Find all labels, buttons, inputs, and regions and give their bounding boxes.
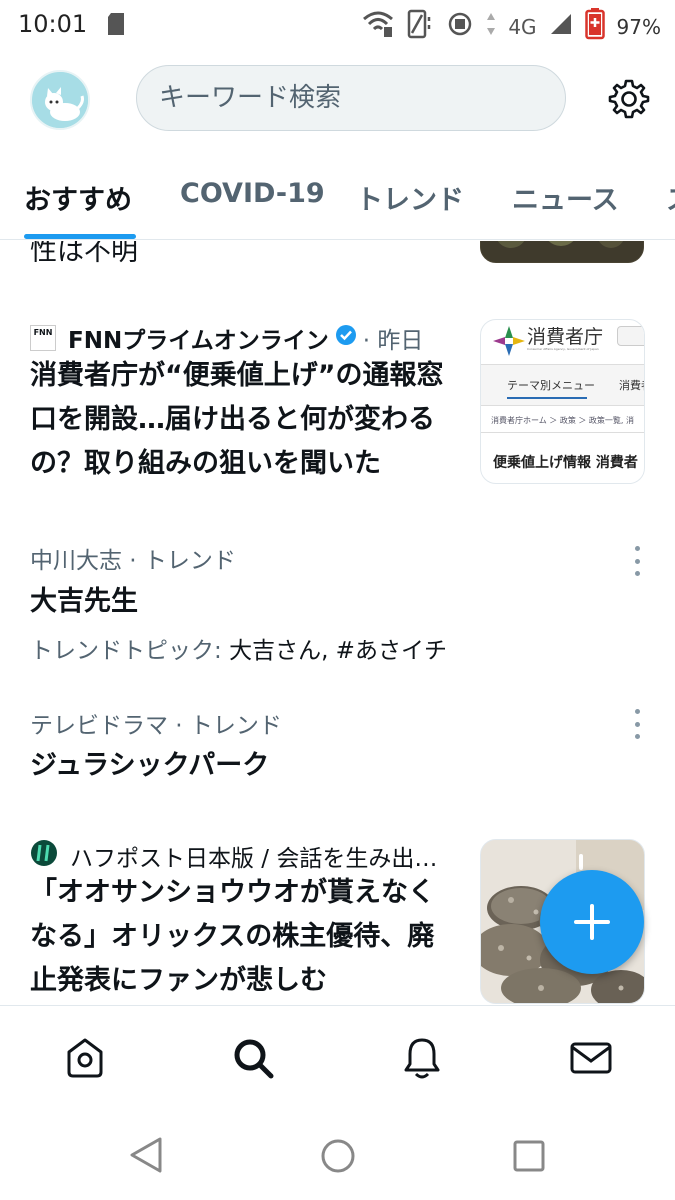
status-bar: 10:01 4G 97% bbox=[0, 0, 675, 48]
trend-topic-label: トレンドトピック: bbox=[30, 638, 222, 664]
system-nav-bar bbox=[0, 1106, 675, 1200]
thumb-menu-label-2: 消費者 bbox=[619, 379, 644, 392]
bottom-nav bbox=[0, 1005, 675, 1105]
data-arrows-icon bbox=[486, 11, 496, 42]
search-icon[interactable] bbox=[231, 1036, 275, 1080]
plus-icon bbox=[574, 904, 610, 940]
thumb-menu-underline bbox=[507, 397, 587, 399]
recents-icon[interactable] bbox=[512, 1139, 546, 1177]
notifications-icon[interactable] bbox=[400, 1036, 444, 1080]
more-options-icon[interactable] bbox=[627, 709, 647, 739]
sd-card-icon bbox=[106, 12, 126, 40]
network-type: 4G bbox=[508, 14, 537, 39]
news-source-name: FNNプライムオンライン bbox=[68, 328, 329, 354]
battery-percent: 97% bbox=[616, 14, 661, 39]
caa-logo-icon bbox=[491, 324, 527, 362]
trend-topic-values: 大吉さん, #あさイチ bbox=[229, 638, 447, 664]
news-source-line: FNN FNNプライムオンライン · 昨日 bbox=[30, 321, 423, 355]
trend-name: 大吉先生 bbox=[30, 586, 138, 617]
vibrate-icon bbox=[406, 9, 434, 44]
status-time: 10:01 bbox=[18, 10, 88, 38]
gear-icon[interactable] bbox=[608, 78, 650, 120]
thumb-menu-label: テーマ別メニュー bbox=[507, 379, 595, 392]
news-title: 消費者庁が“便乗値上げ”の通報窓口を開設…届け出ると何が変わるの？取り組みの狙い… bbox=[30, 360, 444, 479]
active-tab-indicator bbox=[24, 234, 136, 239]
news-time: · 昨日 bbox=[362, 328, 424, 354]
tab-recommended[interactable]: おすすめ bbox=[24, 178, 132, 217]
avatar[interactable] bbox=[30, 70, 90, 130]
fnn-logo: FNN bbox=[30, 325, 56, 351]
previous-news-title[interactable]: 性は不明 bbox=[30, 241, 138, 268]
header bbox=[0, 48, 675, 148]
tab-news[interactable]: ニュース bbox=[512, 178, 619, 217]
search-box[interactable] bbox=[136, 65, 566, 131]
signal-icon bbox=[549, 12, 573, 41]
home-circle-icon[interactable] bbox=[320, 1138, 356, 1178]
news-thumbnail: 消費者庁 Consumer Affairs Agency, Government… bbox=[480, 319, 645, 484]
thumb-caption: 便乗値上げ情報 消費者 bbox=[493, 455, 638, 471]
tab-bar: おすすめ COVID-19 トレンド ニュース ス bbox=[0, 150, 675, 240]
wifi-icon bbox=[362, 9, 394, 44]
battery-icon bbox=[584, 8, 605, 45]
home-icon[interactable] bbox=[63, 1036, 107, 1080]
trend-context: 中川大志 · トレンド bbox=[30, 548, 236, 574]
news-title: 「オオサンショウウオが貰えなくなる」オリックスの株主優待、廃止発表にファンが悲し… bbox=[30, 877, 435, 996]
huffpost-logo-icon bbox=[30, 839, 58, 873]
tab-sports[interactable]: ス bbox=[666, 178, 675, 217]
news-source-line: ハフポスト日本版 / 会話を生み出… bbox=[30, 839, 437, 873]
news-source-name: ハフポスト日本版 / 会話を生み出… bbox=[70, 846, 438, 872]
search-input[interactable] bbox=[159, 83, 539, 113]
cat-avatar-icon bbox=[32, 72, 88, 128]
more-options-icon[interactable] bbox=[627, 546, 647, 576]
messages-icon[interactable] bbox=[569, 1036, 613, 1080]
previous-news-thumbnail[interactable] bbox=[480, 241, 644, 263]
caa-english: Consumer Affairs Agency, Government of J… bbox=[527, 347, 599, 351]
caa-name: 消費者庁 bbox=[527, 326, 604, 348]
trend-context: テレビドラマ · トレンド bbox=[30, 713, 282, 739]
thumb-divider bbox=[481, 432, 644, 433]
compose-button[interactable] bbox=[540, 870, 644, 974]
back-icon[interactable] bbox=[128, 1136, 164, 1178]
home-tab-icon bbox=[617, 326, 644, 346]
cast-icon bbox=[446, 9, 474, 44]
status-icons: 4G 97% bbox=[362, 8, 661, 45]
trend-topics: トレンドトピック: 大吉さん, #あさイチ bbox=[30, 631, 447, 665]
trend-name: ジュラシックパーク bbox=[30, 750, 270, 781]
thumb-breadcrumb: 消費者庁ホーム ＞ 政策 ＞ 政策一覧, 消 bbox=[491, 416, 635, 425]
tab-covid[interactable]: COVID-19 bbox=[180, 178, 325, 209]
tab-trends[interactable]: トレンド bbox=[356, 178, 464, 217]
verified-badge-icon bbox=[335, 324, 357, 352]
